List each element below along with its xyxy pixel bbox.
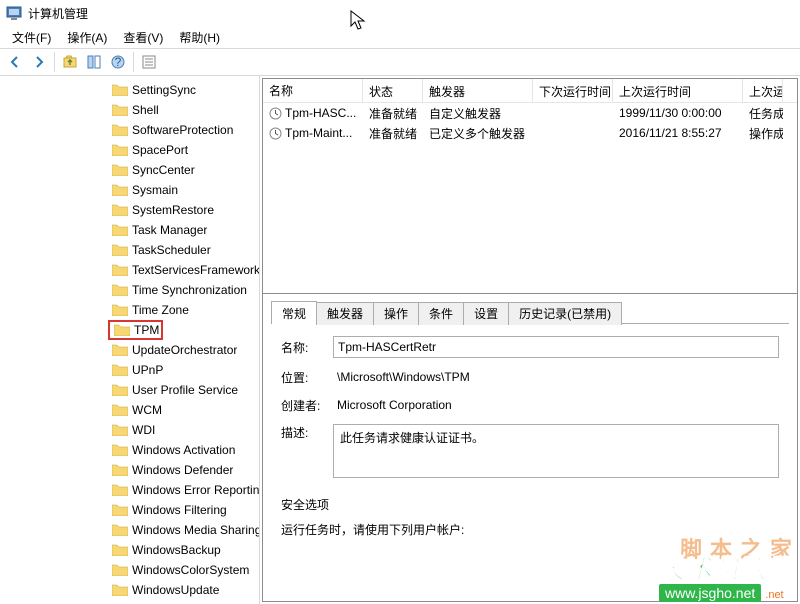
- tree-item[interactable]: Windows Error Reporting: [0, 480, 259, 500]
- menu-file[interactable]: 文件(F): [4, 27, 59, 48]
- svg-text:?: ?: [115, 55, 122, 69]
- location-label: 位置:: [281, 369, 333, 386]
- tree-item[interactable]: UPnP: [0, 360, 259, 380]
- tree-pane[interactable]: SettingSyncShellSoftwareProtectionSpaceP…: [0, 76, 260, 604]
- tasks-header: 名称 状态 触发器 下次运行时间 上次运行时间 上次运行结果: [263, 79, 797, 103]
- tasks-list: 名称 状态 触发器 下次运行时间 上次运行时间 上次运行结果 Tpm-HASC.…: [263, 79, 797, 294]
- tree-item[interactable]: TaskScheduler: [0, 240, 259, 260]
- runas-label: 运行任务时，请使用下列用户帐户:: [281, 521, 779, 538]
- desc-label: 描述:: [281, 424, 333, 441]
- tree-item[interactable]: Time Synchronization: [0, 280, 259, 300]
- tree-item[interactable]: WindowsBackup: [0, 540, 259, 560]
- tree-item[interactable]: Windows Activation: [0, 440, 259, 460]
- tree-item[interactable]: Windows Media Sharing: [0, 520, 259, 540]
- author-value: Microsoft Corporation: [333, 396, 779, 414]
- tree-item[interactable]: WCM: [0, 400, 259, 420]
- forward-button[interactable]: [28, 51, 50, 73]
- details-pane: 名称 状态 触发器 下次运行时间 上次运行时间 上次运行结果 Tpm-HASC.…: [262, 78, 798, 602]
- content-area: SettingSyncShellSoftwareProtectionSpaceP…: [0, 76, 800, 604]
- help-button[interactable]: ?: [107, 51, 129, 73]
- tab-general[interactable]: 常规: [271, 301, 317, 324]
- tree-item[interactable]: Windows Defender: [0, 460, 259, 480]
- col-state[interactable]: 状态: [363, 79, 423, 102]
- location-value: \Microsoft\Windows\TPM: [333, 368, 779, 386]
- tree-item[interactable]: Task Manager: [0, 220, 259, 240]
- col-name[interactable]: 名称: [263, 79, 363, 102]
- tab-triggers[interactable]: 触发器: [316, 302, 374, 325]
- toolbar-separator: [133, 52, 134, 72]
- show-hide-button[interactable]: [83, 51, 105, 73]
- col-result[interactable]: 上次运行结果: [743, 79, 783, 102]
- task-details: 常规 触发器 操作 条件 设置 历史记录(已禁用) 名称: 位置: \Micro…: [263, 294, 797, 601]
- tree-item[interactable]: User Profile Service: [0, 380, 259, 400]
- author-label: 创建者:: [281, 397, 333, 414]
- col-next[interactable]: 下次运行时间: [533, 79, 613, 102]
- tree-item[interactable]: WDI: [0, 420, 259, 440]
- folder-tree: SettingSyncShellSoftwareProtectionSpaceP…: [0, 80, 259, 600]
- tree-item[interactable]: UpdateOrchestrator: [0, 340, 259, 360]
- tab-settings[interactable]: 设置: [463, 302, 509, 325]
- tree-item[interactable]: SettingSync: [0, 80, 259, 100]
- tree-item[interactable]: Time Zone: [0, 300, 259, 320]
- tree-item[interactable]: Shell: [0, 100, 259, 120]
- menubar: 文件(F) 操作(A) 查看(V) 帮助(H): [0, 26, 800, 48]
- tree-item[interactable]: Windows Filtering: [0, 500, 259, 520]
- task-row[interactable]: Tpm-Maint...准备就绪已定义多个触发器2016/11/21 8:55:…: [263, 123, 797, 143]
- toolbar: ?: [0, 48, 800, 76]
- tree-item[interactable]: WindowsColorSystem: [0, 560, 259, 580]
- tab-history[interactable]: 历史记录(已禁用): [508, 302, 622, 325]
- back-button[interactable]: [4, 51, 26, 73]
- tree-item[interactable]: SystemRestore: [0, 200, 259, 220]
- up-button[interactable]: [59, 51, 81, 73]
- properties-button[interactable]: [138, 51, 160, 73]
- tab-actions[interactable]: 操作: [373, 302, 419, 325]
- window-title: 计算机管理: [28, 5, 88, 22]
- tree-item[interactable]: SpacePort: [0, 140, 259, 160]
- task-row[interactable]: Tpm-HASC...准备就绪自定义触发器1999/11/30 0:00:00任…: [263, 103, 797, 123]
- tab-strip: 常规 触发器 操作 条件 设置 历史记录(已禁用): [271, 300, 789, 324]
- titlebar: 计算机管理: [0, 0, 800, 26]
- tree-item[interactable]: SyncCenter: [0, 160, 259, 180]
- tree-item[interactable]: SoftwareProtection: [0, 120, 259, 140]
- toolbar-separator: [54, 52, 55, 72]
- app-icon: [6, 5, 22, 21]
- menu-help[interactable]: 帮助(H): [171, 27, 228, 48]
- col-trigger[interactable]: 触发器: [423, 79, 533, 102]
- name-input[interactable]: [333, 336, 779, 358]
- tree-item[interactable]: TPM: [0, 320, 259, 340]
- col-last[interactable]: 上次运行时间: [613, 79, 743, 102]
- security-section-label: 安全选项: [281, 496, 779, 513]
- tab-general-body: 名称: 位置: \Microsoft\Windows\TPM 创建者: Micr…: [271, 324, 789, 595]
- tree-item[interactable]: TextServicesFramework: [0, 260, 259, 280]
- tree-item[interactable]: WindowsUpdate: [0, 580, 259, 600]
- menu-view[interactable]: 查看(V): [115, 27, 171, 48]
- tree-item[interactable]: Sysmain: [0, 180, 259, 200]
- name-label: 名称:: [281, 339, 333, 356]
- menu-action[interactable]: 操作(A): [59, 27, 115, 48]
- tab-conditions[interactable]: 条件: [418, 302, 464, 325]
- desc-input[interactable]: 此任务请求健康认证证书。: [333, 424, 779, 478]
